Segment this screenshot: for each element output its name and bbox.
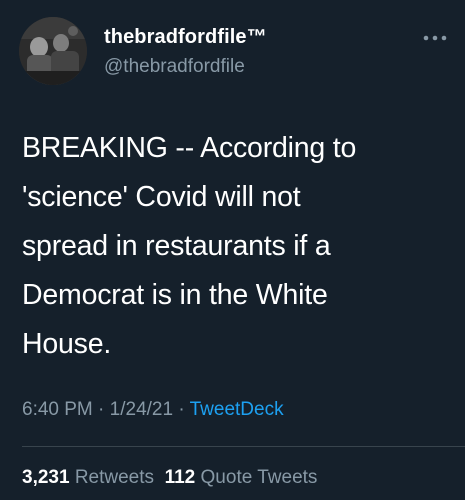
retweets-label: Retweets [74, 467, 155, 488]
meta-separator: · [173, 399, 190, 420]
author-handle[interactable]: @thebradfordfile [104, 56, 245, 78]
meta-separator: · [92, 399, 110, 420]
more-icon[interactable] [421, 33, 449, 43]
tweet-time[interactable]: 6:40 PM [22, 399, 93, 420]
quote-tweets-count: 112 [164, 467, 196, 488]
retweets-stat[interactable]: 3,231 Retweets [22, 467, 154, 488]
tweet-stats: 3,231 Retweets 112 Quote Tweets [22, 467, 317, 489]
divider [22, 446, 465, 447]
avatar-photo [19, 17, 87, 85]
avatar[interactable] [19, 17, 87, 85]
quote-tweets-stat[interactable]: 112 Quote Tweets [165, 467, 318, 488]
retweets-count: 3,231 [22, 467, 70, 488]
tweet-card: thebradfordfile™ @thebradfordfile BREAKI… [0, 0, 465, 500]
quote-tweets-label: Quote Tweets [200, 467, 318, 488]
author-display-name[interactable]: thebradfordfile™ [104, 26, 267, 49]
tweet-meta: 6:40 PM · 1/24/21 · TweetDeck [22, 399, 284, 421]
tweet-text: BREAKING -- According to 'science' Covid… [22, 132, 357, 360]
tweet-date[interactable]: 1/24/21 [110, 399, 173, 420]
tweet-source-link[interactable]: TweetDeck [190, 399, 284, 420]
